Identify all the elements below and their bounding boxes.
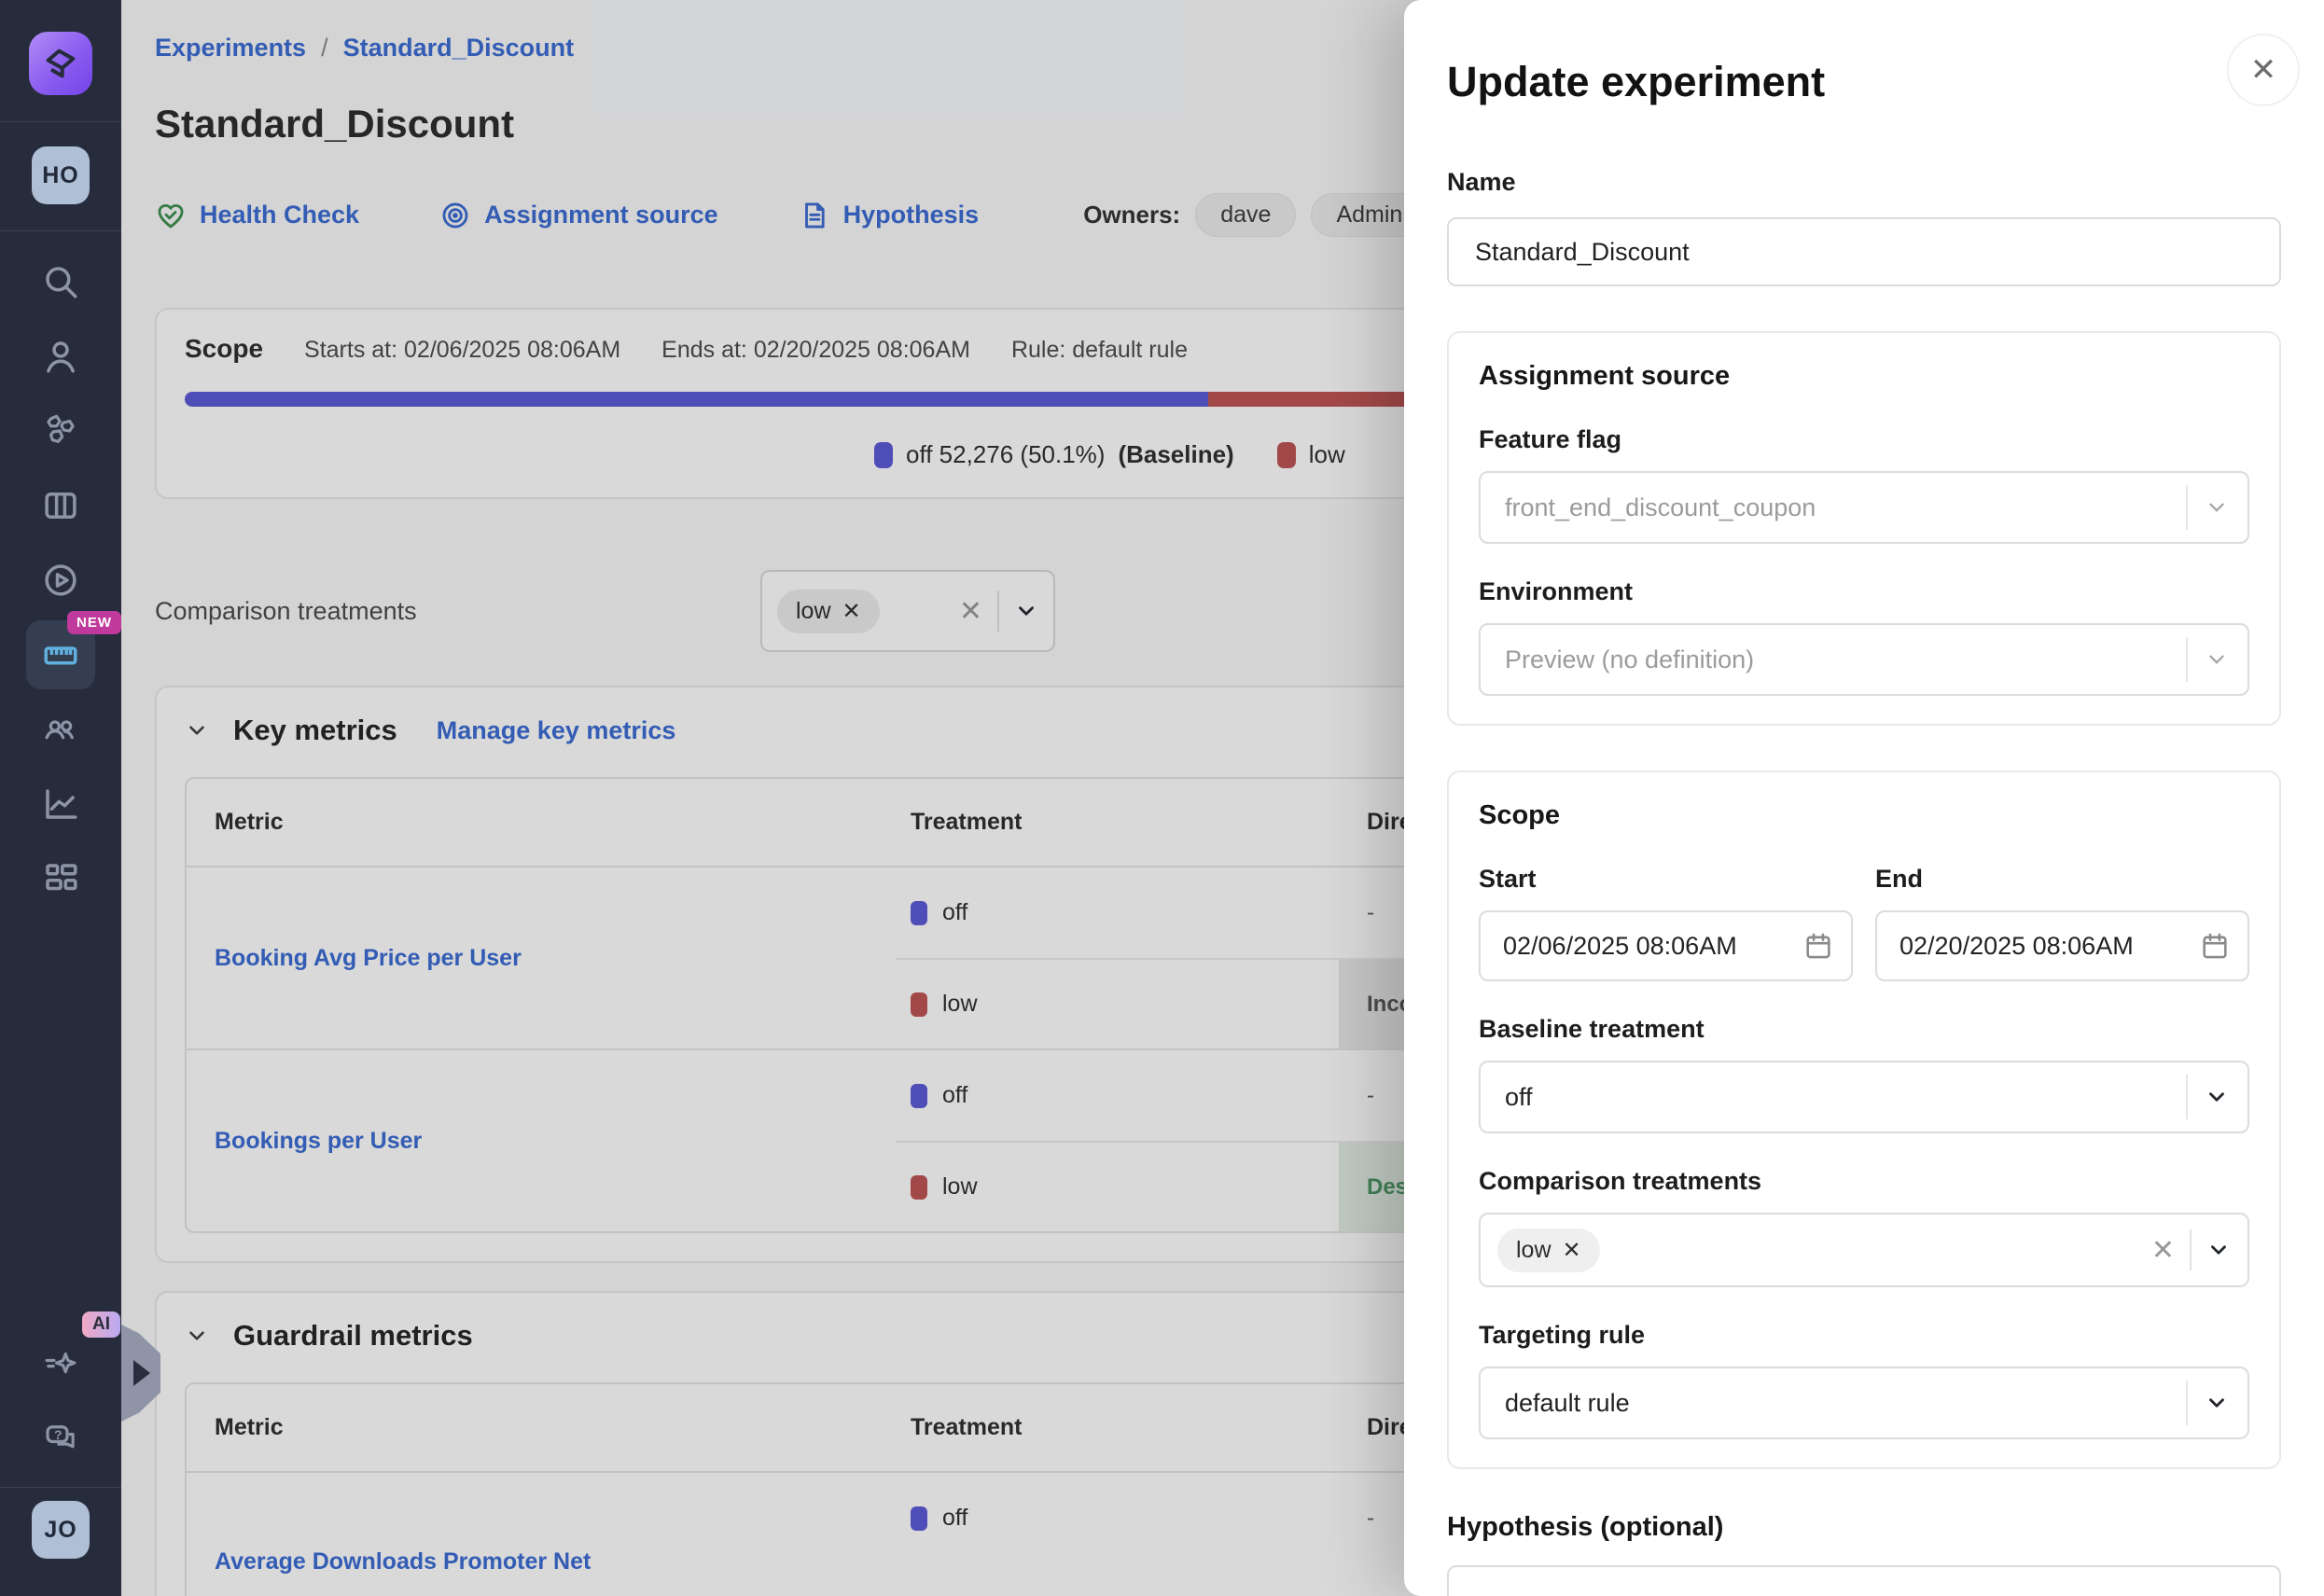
feature-flags-icon[interactable] [23,394,98,468]
new-badge: NEW [67,611,121,634]
chevron-down-icon [2205,1391,2229,1415]
divider [0,1487,121,1488]
end-date-input[interactable]: 02/20/2025 08:06AM [1875,910,2249,981]
help-chat-icon[interactable]: ? [23,1401,98,1476]
environment-label: Environment [1479,577,2249,606]
targeting-rule-value: default rule [1505,1389,1630,1418]
baseline-treatment-select[interactable]: off [1479,1061,2249,1133]
sidebar-nav: NEW [23,244,98,916]
update-experiment-drawer: ✕ Update experiment Name Standard_Discou… [1404,0,2324,1596]
ai-badge: AI [82,1311,120,1338]
dashboard-grid-icon[interactable] [23,841,98,916]
feature-flag-select[interactable]: front_end_discount_coupon [1479,471,2249,544]
start-date-value: 02/06/2025 08:06AM [1503,932,1737,961]
chevron-down-icon [2205,1085,2229,1109]
scope-card: Scope Start 02/06/2025 08:06AM End 02/20… [1447,770,2281,1469]
chevron-down-icon [2205,495,2229,520]
divider [2190,1229,2192,1270]
ai-assistant-icon[interactable]: AI [23,1326,98,1401]
calendar-icon [2199,930,2231,962]
close-icon[interactable]: ✕ [2227,34,2300,106]
chevron-down-icon[interactable] [2206,1238,2231,1262]
sidebar-item-experiments-active[interactable]: NEW [26,620,95,689]
targeting-rule-select[interactable]: default rule [1479,1367,2249,1439]
drawer-title: Update experiment [1447,58,2281,106]
svg-text:?: ? [54,1427,63,1442]
comparison-treatments-select[interactable]: low ✕ ✕ [1479,1213,2249,1287]
end-date-value: 02/20/2025 08:06AM [1900,932,2134,961]
hypothesis-optional-label: Hypothesis (optional) [1447,1512,2281,1543]
sidebar-bottom: AI ? JO [0,1326,121,1559]
name-label: Name [1447,168,2281,197]
name-input-value: Standard_Discount [1475,238,1690,267]
divider [2186,1381,2188,1425]
pulse-play-icon[interactable] [23,543,98,618]
audience-icon[interactable] [23,692,98,767]
assignment-source-card: Assignment source Feature flag front_end… [1447,331,2281,726]
baseline-treatment-value: off [1505,1083,1533,1112]
divider [0,121,121,122]
divider [2186,1075,2188,1119]
feature-flag-value: front_end_discount_coupon [1505,493,1816,522]
environment-select[interactable]: Preview (no definition) [1479,623,2249,696]
scope-heading: Scope [1479,800,2249,831]
chip-label: low [1516,1237,1552,1264]
clear-icon[interactable]: ✕ [2151,1234,2175,1267]
hypothesis-input[interactable] [1447,1565,2281,1596]
name-input[interactable]: Standard_Discount [1447,217,2281,286]
assignment-source-heading: Assignment source [1479,361,2249,392]
metrics-chart-icon[interactable] [23,767,98,841]
divider [2186,485,2188,530]
end-label: End [1875,865,2249,894]
user-avatar[interactable]: JO [32,1501,90,1559]
start-date-input[interactable]: 02/06/2025 08:06AM [1479,910,1853,981]
divider [2186,637,2188,682]
sidebar: HO NEW [0,0,121,1596]
statsig-logo-icon[interactable] [29,32,92,95]
calendar-icon [1802,930,1834,962]
search-icon[interactable] [23,244,98,319]
chip-remove-icon[interactable]: ✕ [1563,1237,1581,1264]
app-window: HO NEW [0,0,2324,1596]
columns-icon[interactable] [23,468,98,543]
feature-flag-label: Feature flag [1479,425,2249,454]
baseline-treatment-label: Baseline treatment [1479,1015,2249,1044]
ruler-icon [41,635,80,674]
start-label: Start [1479,865,1853,894]
chevron-down-icon [2205,647,2229,672]
environment-value: Preview (no definition) [1505,645,1754,674]
targeting-rule-label: Targeting rule [1479,1321,2249,1350]
users-icon[interactable] [23,319,98,394]
comparison-treatments-label: Comparison treatments [1479,1167,2249,1196]
workspace-avatar[interactable]: HO [32,146,90,204]
divider [0,230,121,231]
treatment-chip[interactable]: low ✕ [1497,1228,1600,1272]
